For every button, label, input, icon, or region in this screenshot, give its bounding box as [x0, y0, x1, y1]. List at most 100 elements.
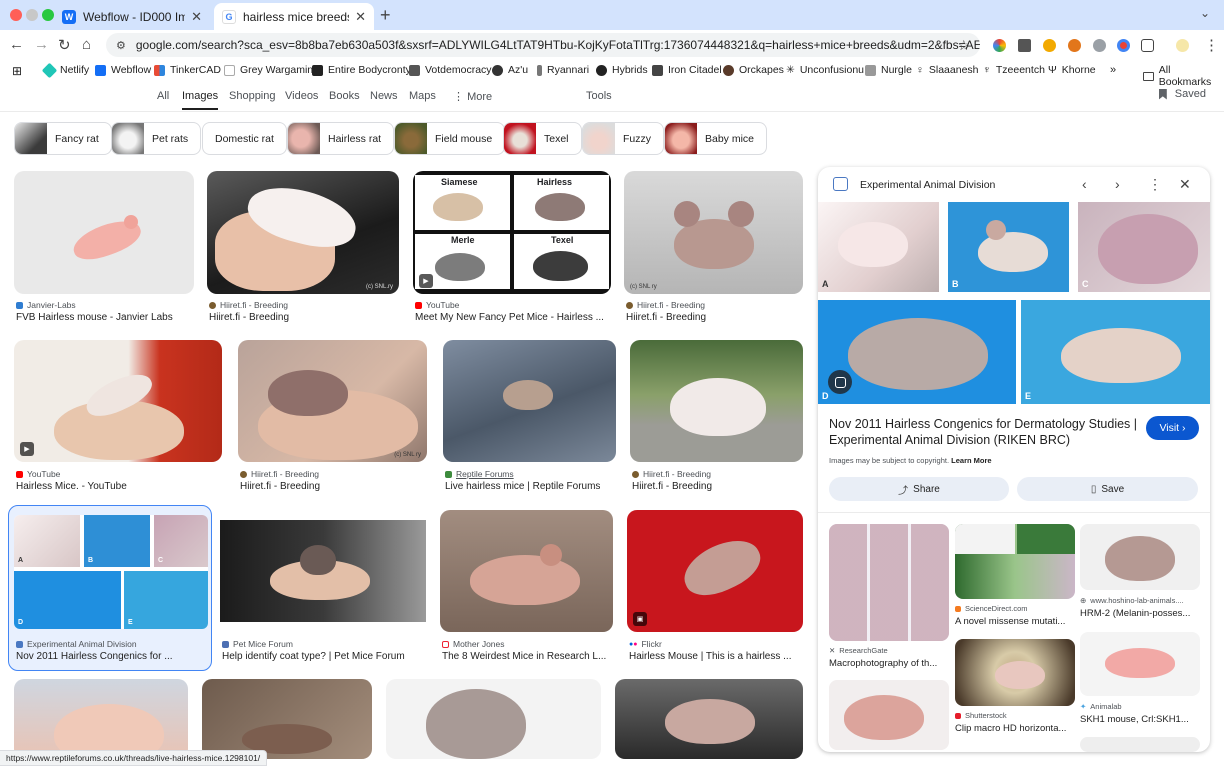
image-result[interactable]: Siamese Hairless Merle Texel ▶ YouTube M… — [413, 171, 611, 326]
image-result[interactable]: Janvier-Labs FVB Hairless mouse - Janvie… — [14, 171, 194, 326]
result-image[interactable]: (c) SNL ry — [624, 171, 803, 294]
forward-arrow-icon[interactable]: → — [34, 36, 49, 53]
back-arrow-icon[interactable]: ← — [9, 36, 24, 53]
related-title[interactable]: HRM-2 (Melanin-posses... — [1080, 608, 1200, 619]
result-image[interactable]: A B C D E — [14, 515, 208, 629]
image-result-selected[interactable]: A B C D E Experimental Animal Division N… — [14, 515, 208, 665]
bookmark-star-icon[interactable]: ☆ — [957, 37, 970, 54]
visit-button[interactable]: Visit › — [1146, 416, 1199, 440]
more-options-icon[interactable]: ⋮ — [1148, 176, 1162, 193]
bookmark-hybrids[interactable]: Hybrids — [596, 64, 648, 76]
bookmark-khorne[interactable]: Ψ Khorne — [1048, 64, 1096, 76]
related-result[interactable]: ✕ ResearchGate Macrophotography of th... — [829, 524, 949, 674]
result-title[interactable]: Nov 2011 Hairless Congenics for ... — [16, 651, 208, 662]
close-window-button[interactable] — [10, 9, 22, 21]
image-result[interactable]: (c) SNL ry Hiiret.fi - Breeding Hiiret.f… — [238, 340, 427, 495]
result-title[interactable]: Live hairless mice | Reptile Forums — [445, 481, 616, 492]
tab-news[interactable]: News — [370, 90, 398, 102]
extension-color-icon[interactable] — [993, 39, 1006, 52]
bookmarks-overflow-button[interactable]: » — [1110, 64, 1116, 76]
result-title[interactable]: Hiiret.fi - Breeding — [632, 481, 803, 492]
tab-webflow[interactable]: W Webflow - ID000 Important A ✕ — [54, 3, 210, 30]
image-result[interactable] — [202, 679, 372, 759]
result-title[interactable]: FVB Hairless mouse - Janvier Labs — [16, 312, 194, 323]
bookmark-orckapes[interactable]: Orckapes — [723, 64, 784, 76]
result-image[interactable]: ▣ — [627, 510, 803, 632]
chip-hairless-rat[interactable]: Hairless rat — [287, 122, 395, 155]
result-image[interactable] — [14, 171, 194, 294]
result-title[interactable]: Hiiret.fi - Breeding — [209, 312, 399, 323]
image-result[interactable]: Pet Mice Forum Help identify coat type? … — [220, 510, 426, 665]
site-info-icon[interactable]: ⚙ — [116, 39, 126, 52]
related-result[interactable]: ⊕ www.hoshino-lab-animals.... HRM-2 (Mela… — [1080, 524, 1200, 634]
image-result[interactable] — [14, 679, 188, 759]
related-result[interactable]: ✦ Animalab SKH1 mouse, Crl:SKH1... — [1080, 632, 1200, 732]
chip-domestic-rat[interactable]: Domestic rat — [202, 122, 287, 155]
bookmark-entire-bodycrontyr[interactable]: Entire Bodycrontyr — [312, 64, 414, 76]
bookmark-ryannari[interactable]: Ryannari — [537, 64, 589, 76]
image-result[interactable]: Hiiret.fi - Breeding Hiiret.fi - Breedin… — [630, 340, 803, 495]
related-result[interactable] — [1080, 737, 1200, 752]
bookmark-webflow[interactable]: Webflow — [95, 64, 151, 76]
result-image[interactable]: ▶ — [14, 340, 222, 462]
bookmark-iron-citadel[interactable]: Iron Citadel — [652, 64, 722, 76]
result-image[interactable]: Siamese Hairless Merle Texel ▶ — [413, 171, 611, 294]
related-title[interactable]: SKH1 mouse, Crl:SKH1... — [1080, 714, 1200, 725]
tab-more[interactable]: ⋮ More — [453, 90, 492, 103]
tab-images[interactable]: Images — [182, 90, 219, 110]
chip-pet-rats[interactable]: Pet rats — [111, 122, 202, 155]
tab-shopping[interactable]: Shopping — [229, 90, 276, 102]
related-image[interactable] — [1080, 632, 1200, 696]
google-lens-button[interactable] — [828, 370, 852, 394]
home-icon[interactable]: ⌂ — [82, 36, 91, 53]
extension-qr-icon[interactable] — [1018, 39, 1031, 52]
result-title[interactable]: Hairless Mouse | This is a hairless ... — [629, 651, 803, 662]
result-image[interactable] — [202, 679, 372, 759]
result-image[interactable] — [443, 340, 616, 462]
bookmark-azu[interactable]: Az'u — [492, 64, 528, 76]
extension-pen-icon[interactable] — [1043, 39, 1056, 52]
image-result[interactable] — [386, 679, 601, 759]
result-title[interactable]: Hairless Mice. - YouTube — [16, 481, 222, 492]
tab-videos[interactable]: Videos — [285, 90, 318, 102]
chip-texel[interactable]: Texel — [503, 122, 582, 155]
image-result[interactable]: ▶ YouTube Hairless Mice. - YouTube — [14, 340, 222, 495]
panel-title[interactable]: Nov 2011 Hairless Congenics for Dermatol… — [829, 416, 1141, 448]
panel-main-image[interactable]: A B C D E — [818, 202, 1210, 404]
apps-grid-icon[interactable]: ⊞ — [12, 64, 22, 78]
tab-books[interactable]: Books — [329, 90, 360, 102]
related-image[interactable] — [1080, 524, 1200, 590]
image-result[interactable]: ▣ ●● Flickr Hairless Mouse | This is a ha… — [627, 510, 803, 665]
profile-avatar[interactable] — [1176, 39, 1189, 52]
result-image[interactable] — [14, 679, 188, 759]
related-result[interactable] — [829, 680, 949, 750]
result-image[interactable] — [220, 510, 426, 632]
minimize-window-button[interactable] — [26, 9, 38, 21]
chip-field-mouse[interactable]: Field mouse — [394, 122, 506, 155]
chip-fancy-rat[interactable]: Fancy rat — [14, 122, 112, 155]
image-result[interactable]: Reptile Forums Live hairless mice | Rept… — [443, 340, 616, 495]
related-result[interactable]: ScienceDirect.com A novel missense mutat… — [955, 524, 1075, 634]
bookmark-tinkercad[interactable]: TinkerCAD — [154, 64, 221, 76]
chip-fuzzy[interactable]: Fuzzy — [582, 122, 665, 155]
extension-fox-icon[interactable] — [1068, 39, 1081, 52]
close-tab-icon[interactable]: ✕ — [191, 9, 202, 25]
share-button[interactable]: ⤴ Share — [829, 477, 1009, 501]
tab-all[interactable]: All — [157, 90, 169, 102]
new-tab-button[interactable]: + — [380, 5, 391, 26]
extension-shield-icon[interactable] — [1093, 39, 1106, 52]
image-result[interactable] — [615, 679, 803, 759]
related-result[interactable]: Shutterstock Clip macro HD horizonta... — [955, 639, 1075, 739]
bookmark-tzeeentch[interactable]: ♆ Tzeeentch — [983, 64, 1045, 76]
close-tab-icon[interactable]: ✕ — [355, 9, 366, 25]
tab-google-search[interactable]: G hairless mice breeds - Googl ✕ — [214, 3, 374, 30]
bookmark-unconfusionu[interactable]: ✳ Unconfusionu — [786, 64, 864, 76]
bookmark-netlify[interactable]: Netlify — [41, 62, 89, 78]
bookmark-grey-wargaming[interactable]: Grey Wargaming — [224, 64, 319, 76]
tab-search-chevron-icon[interactable]: ⌄ — [1200, 6, 1210, 20]
image-result[interactable]: Mother Jones The 8 Weirdest Mice in Rese… — [440, 510, 613, 665]
extension-circle-icon[interactable] — [1117, 39, 1130, 52]
panel-site-name[interactable]: Experimental Animal Division — [860, 179, 995, 191]
related-title[interactable]: Macrophotography of th... — [829, 658, 949, 669]
result-image[interactable]: (c) SNL ry — [238, 340, 427, 462]
